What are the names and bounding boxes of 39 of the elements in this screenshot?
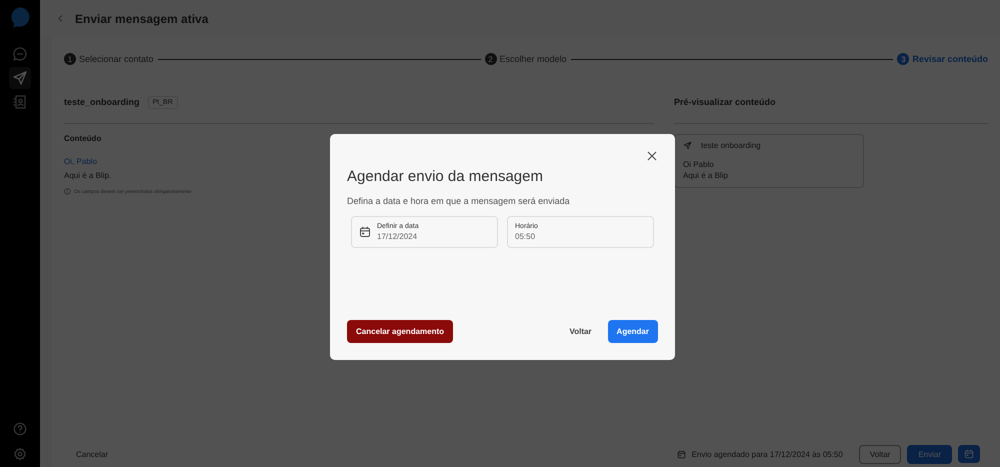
cancel-link[interactable]: Cancelar xyxy=(76,450,108,458)
nav-button[interactable] xyxy=(9,67,31,89)
template-name: teste_onboarding xyxy=(64,97,140,107)
dialog-subtitle: Defina a data e hora em que a mensagem será enviada xyxy=(347,196,571,206)
send-button[interactable]: Enviar xyxy=(907,444,952,464)
back-button[interactable]: Voltar xyxy=(858,444,902,464)
close-button[interactable] xyxy=(646,150,658,162)
preview-text: Aqui é a Blip xyxy=(683,171,729,180)
step-tab[interactable]: 1 Selecionar contato xyxy=(64,53,154,65)
section-heading: Pré-visualizar conteúdo xyxy=(674,91,988,124)
dialog-title: Agendar envio da mensagem xyxy=(347,168,544,185)
calendar-button[interactable] xyxy=(958,445,980,463)
paper-plane-icon xyxy=(683,141,692,150)
step-tab[interactable]: 2 Escolher modelo xyxy=(484,53,567,65)
calendar-icon xyxy=(676,450,686,458)
message-text: Oi, Pablo xyxy=(64,157,97,166)
message-text: Aqui é a Blip. xyxy=(64,171,112,180)
schedule-status: Envio agendado para 17/12/2024 às 05:50 xyxy=(692,450,843,458)
logo-icon xyxy=(9,6,31,28)
settings-icon[interactable] xyxy=(13,447,27,461)
back-button[interactable]: Voltar xyxy=(565,320,596,343)
contact-book-icon xyxy=(12,94,28,110)
page-title: Enviar mensagem ativa xyxy=(75,12,208,26)
chat-bubble-icon xyxy=(12,46,28,62)
cancel-schedule-button[interactable]: Cancelar agendamento xyxy=(347,320,454,343)
help-icon[interactable] xyxy=(13,422,27,436)
preview-text: Oi Pablo xyxy=(683,160,715,169)
schedule-button[interactable]: Agendar xyxy=(608,320,658,343)
close-icon xyxy=(646,150,658,162)
preview-title: teste onboarding xyxy=(701,141,761,150)
section-heading: Conteúdo xyxy=(64,134,102,143)
step-tab[interactable]: 3 Revisar conteúdo xyxy=(897,53,988,65)
paper-plane-icon xyxy=(12,70,28,86)
field-value: 05:50 xyxy=(515,232,536,241)
calendar-icon xyxy=(964,449,974,459)
info-icon xyxy=(64,188,71,195)
field-value: 17/12/2024 xyxy=(377,232,418,241)
calendar-icon xyxy=(359,226,371,238)
chevron-left-icon xyxy=(56,14,65,22)
